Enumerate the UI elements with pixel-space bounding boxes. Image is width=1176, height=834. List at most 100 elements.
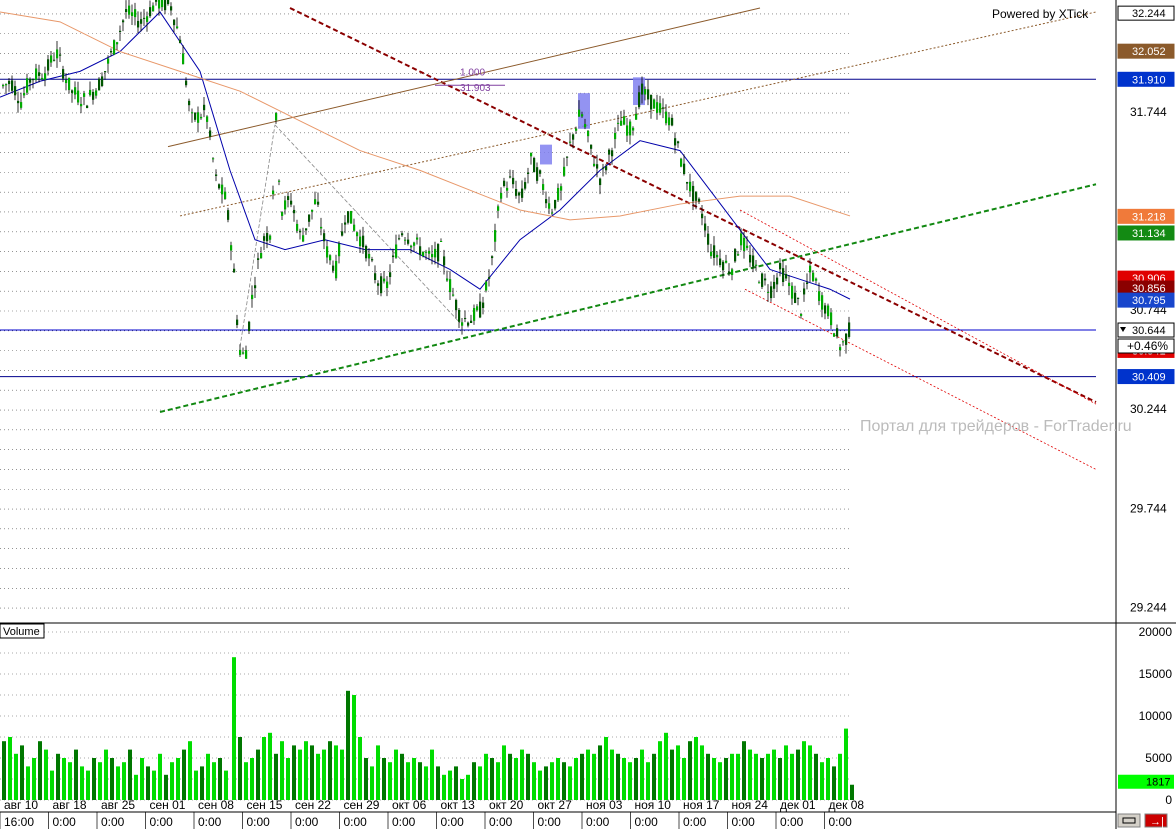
candle-body [737, 254, 740, 256]
volume-bar [232, 657, 236, 800]
candle-body [89, 89, 92, 96]
candle-body [329, 255, 332, 261]
volume-bar [200, 766, 204, 800]
candle-body [503, 180, 506, 186]
candle-body [509, 176, 512, 178]
candle-body [242, 352, 245, 354]
exit-button[interactable]: →| [1144, 813, 1168, 828]
candle-body [230, 245, 233, 251]
candle-body [401, 233, 404, 236]
date-tick-label: окт 13 [441, 798, 476, 812]
volume-bar [224, 770, 228, 800]
candle-body [185, 80, 188, 86]
time-tick-label: 0:00 [829, 815, 853, 829]
candle-body [368, 253, 371, 259]
candle-body [245, 350, 248, 359]
candle-body [635, 113, 638, 120]
candle-body [440, 240, 443, 242]
candle-body [761, 273, 764, 287]
volume-bar [724, 758, 728, 800]
candle-body [323, 233, 326, 242]
chart-svg[interactable]: 1.00031.903 32.24431.74430.74430.24429.7… [0, 0, 1176, 829]
price-tag-label: 32.244 [1132, 8, 1166, 20]
volume-bar [712, 758, 716, 800]
volume-bar [32, 758, 36, 800]
candle-body [407, 239, 410, 244]
time-tick-label: 0:00 [441, 815, 465, 829]
candle-body [743, 237, 746, 251]
date-tick-label: авг 10 [4, 798, 38, 812]
candle-body [707, 233, 710, 245]
candle-body [758, 282, 761, 284]
candle-body [281, 212, 284, 216]
volume-bar [116, 766, 120, 800]
candle-body [248, 321, 251, 332]
volume-bar [340, 749, 344, 800]
volume-bar [376, 745, 380, 800]
candle-body [2, 84, 5, 87]
volume-bar [694, 737, 698, 800]
candle-body [752, 255, 755, 267]
volume-bar [562, 762, 566, 800]
candle-body [122, 20, 125, 23]
volume-bar [110, 758, 114, 800]
candle-body [53, 59, 56, 61]
candle-body [473, 308, 476, 321]
volume-bar [400, 753, 404, 800]
candle-body [827, 305, 830, 317]
volume-bar [508, 753, 512, 800]
volume-bar [586, 749, 590, 800]
date-tick-label: авг 25 [101, 798, 135, 812]
candle-body [110, 51, 113, 53]
volume-bar [442, 774, 446, 800]
candle-body [791, 285, 794, 299]
candle-body [71, 90, 74, 93]
volume-bar [436, 766, 440, 800]
volume-bar [364, 758, 368, 800]
volume-bar [92, 758, 96, 800]
candle-body [611, 150, 614, 157]
volume-bar [152, 770, 156, 800]
candle-body [632, 127, 635, 131]
date-tick-label: сен 01 [150, 798, 186, 812]
volume-bar [322, 749, 326, 800]
candle-body [668, 117, 671, 126]
candle-body [203, 104, 206, 111]
candle-body [287, 196, 290, 201]
volume-bar [328, 741, 332, 800]
date-tick-label: окт 27 [538, 798, 573, 812]
candle-body [143, 17, 146, 19]
candle-body [365, 245, 368, 259]
candle-body [38, 72, 41, 76]
candle-body [293, 209, 296, 214]
date-tick-label: авг 18 [53, 798, 87, 812]
volume-bar [448, 770, 452, 800]
candle-body [650, 94, 653, 110]
scroll-button[interactable] [1117, 813, 1141, 828]
volume-bar [460, 779, 464, 800]
candle-body [647, 89, 650, 100]
candle-body [680, 158, 683, 167]
pattern-marker[interactable] [540, 144, 552, 165]
candle-body [692, 185, 695, 202]
candle-body [350, 211, 353, 224]
candle-body [497, 206, 500, 211]
volume-bar [808, 745, 812, 800]
volume-bar [394, 749, 398, 800]
candle-body [149, 7, 152, 17]
volume-bar [598, 745, 602, 800]
candle-body [803, 288, 806, 295]
candle-body [74, 87, 77, 95]
volume-bar [760, 758, 764, 800]
volume-tick-label: 10000 [1139, 709, 1173, 723]
volume-bar [212, 762, 216, 800]
candle-body [362, 235, 365, 248]
volume-bar [98, 762, 102, 800]
volume-bar [838, 753, 842, 800]
volume-bar [832, 766, 836, 800]
candle-body [266, 233, 269, 242]
candle-body [506, 187, 509, 191]
time-tick-label: 0:00 [489, 815, 513, 829]
candle-body [314, 199, 317, 205]
candle-body [11, 80, 14, 91]
